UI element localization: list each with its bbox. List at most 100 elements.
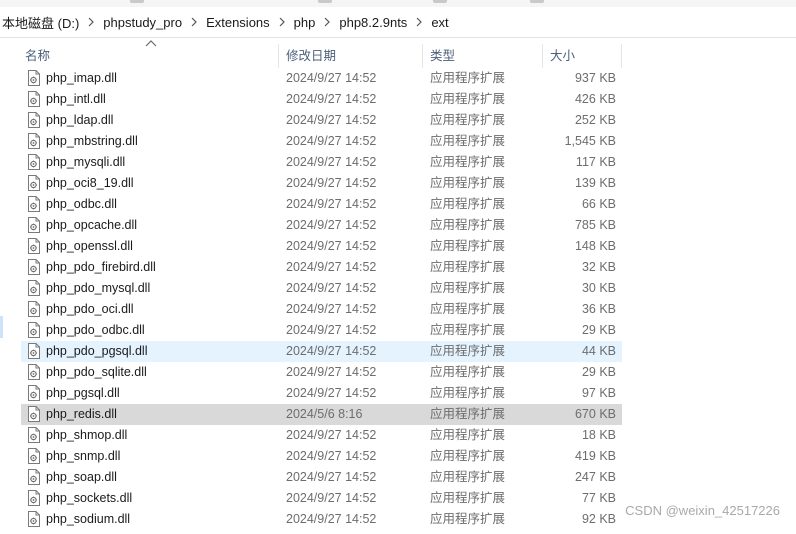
file-name[interactable]: php_sodium.dll (46, 509, 130, 530)
file-name[interactable]: php_intl.dll (46, 89, 106, 110)
file-modified-date: 2024/9/27 14:52 (286, 134, 377, 148)
file-name[interactable]: php_odbc.dll (46, 194, 117, 215)
file-modified-date: 2024/9/27 14:52 (286, 71, 377, 85)
breadcrumb-ext[interactable]: ext (431, 15, 450, 30)
file-modified-date: 2024/9/27 14:52 (286, 386, 377, 400)
file-row[interactable]: php_pdo_pgsql.dll 2024/9/27 14:52 应用程序扩展 44… (21, 341, 622, 362)
file-name[interactable]: php_sockets.dll (46, 488, 132, 509)
dll-file-icon (27, 112, 41, 128)
file-name[interactable]: php_oci8_19.dll (46, 173, 134, 194)
file-size: 92 KB (581, 512, 616, 526)
file-name[interactable]: php_mysqli.dll (46, 152, 125, 173)
file-type: 应用程序扩展 (430, 197, 506, 211)
file-size: 29 KB (581, 323, 616, 337)
file-name[interactable]: php_pgsql.dll (46, 383, 120, 404)
file-row[interactable]: php_shmop.dll 2024/9/27 14:52 应用程序扩展 18 KB (21, 425, 622, 446)
breadcrumb-drive[interactable]: 本地磁盘 (D:) (0, 13, 81, 32)
dll-file-icon (27, 175, 41, 191)
file-name[interactable]: php_pdo_mysql.dll (46, 278, 150, 299)
file-row[interactable]: php_pdo_firebird.dll 2024/9/27 14:52 应用程序扩… (21, 257, 622, 278)
file-modified-date: 2024/9/27 14:52 (286, 344, 377, 358)
file-size: 18 KB (581, 428, 616, 442)
column-divider[interactable] (542, 44, 543, 68)
ribbon-fragment (530, 0, 544, 3)
file-row[interactable]: php_pdo_odbc.dll 2024/9/27 14:52 应用程序扩展 29 … (21, 320, 622, 341)
file-modified-date: 2024/9/27 14:52 (286, 260, 377, 274)
chevron-right-icon[interactable] (190, 17, 198, 27)
file-row[interactable]: php_redis.dll 2024/5/6 8:16 应用程序扩展 670 KB (21, 404, 622, 425)
file-size: 32 KB (581, 260, 616, 274)
sort-ascending-icon (145, 40, 157, 47)
file-name[interactable]: php_pdo_oci.dll (46, 299, 134, 320)
file-row[interactable]: php_mbstring.dll 2024/9/27 14:52 应用程序扩展 1,5… (21, 131, 622, 152)
file-row[interactable]: php_snmp.dll 2024/9/27 14:52 应用程序扩展 419 KB (21, 446, 622, 467)
chevron-right-icon[interactable] (278, 17, 286, 27)
file-type: 应用程序扩展 (430, 218, 506, 232)
file-size: 670 KB (574, 407, 616, 421)
file-size: 117 KB (575, 155, 616, 169)
file-name[interactable]: php_ldap.dll (46, 110, 113, 131)
file-modified-date: 2024/9/27 14:52 (286, 92, 377, 106)
file-row[interactable]: php_soap.dll 2024/9/27 14:52 应用程序扩展 247 KB (21, 467, 622, 488)
file-name[interactable]: php_imap.dll (46, 68, 117, 89)
file-name[interactable]: php_pdo_odbc.dll (46, 320, 145, 341)
file-name[interactable]: php_shmop.dll (46, 425, 127, 446)
address-bar[interactable]: 本地磁盘 (D:) phpstudy_pro Extensions php ph… (0, 7, 796, 38)
file-name[interactable]: php_pdo_pgsql.dll (46, 341, 147, 362)
file-modified-date: 2024/9/27 14:52 (286, 365, 377, 379)
file-size: 29 KB (581, 365, 616, 379)
chevron-right-icon[interactable] (415, 17, 423, 27)
file-row[interactable]: php_odbc.dll 2024/9/27 14:52 应用程序扩展 66 KB (21, 194, 622, 215)
file-type: 应用程序扩展 (430, 344, 506, 358)
file-row[interactable]: php_intl.dll 2024/9/27 14:52 应用程序扩展 426 KB (21, 89, 622, 110)
file-row[interactable]: php_ldap.dll 2024/9/27 14:52 应用程序扩展 252 KB (21, 110, 622, 131)
file-name[interactable]: php_openssl.dll (46, 236, 133, 257)
file-row[interactable]: php_pdo_mysql.dll 2024/9/27 14:52 应用程序扩展 30… (21, 278, 622, 299)
column-divider[interactable] (422, 44, 423, 68)
column-header-type[interactable]: 类型 (430, 44, 455, 68)
file-row[interactable]: php_openssl.dll 2024/9/27 14:52 应用程序扩展 148 … (21, 236, 622, 257)
file-name[interactable]: php_pdo_sqlite.dll (46, 362, 147, 383)
ribbon-fragment (130, 0, 144, 3)
breadcrumb-extensions[interactable]: Extensions (206, 15, 272, 30)
column-divider[interactable] (278, 44, 279, 68)
file-size: 139 KB (574, 176, 616, 190)
chevron-right-icon[interactable] (87, 17, 95, 27)
dll-file-icon (27, 91, 41, 107)
file-row[interactable]: php_mysqli.dll 2024/9/27 14:52 应用程序扩展 117 K… (21, 152, 622, 173)
file-type: 应用程序扩展 (430, 71, 506, 85)
file-name[interactable]: php_opcache.dll (46, 215, 137, 236)
file-modified-date: 2024/9/27 14:52 (286, 218, 377, 232)
file-size: 1,545 KB (564, 134, 616, 148)
file-size: 937 KB (574, 71, 616, 85)
breadcrumb-phpstudy-pro[interactable]: phpstudy_pro (103, 15, 184, 30)
dll-file-icon (27, 490, 41, 506)
file-type: 应用程序扩展 (430, 134, 506, 148)
file-name[interactable]: php_snmp.dll (46, 446, 120, 467)
file-type: 应用程序扩展 (430, 512, 506, 526)
file-row[interactable]: php_sockets.dll 2024/9/27 14:52 应用程序扩展 77 K… (21, 488, 622, 509)
file-list: php_imap.dll 2024/9/27 14:52 应用程序扩展 937 KB p… (21, 68, 622, 530)
file-name[interactable]: php_redis.dll (46, 404, 117, 425)
breadcrumb-php[interactable]: php (294, 15, 318, 30)
chevron-right-icon[interactable] (323, 17, 331, 27)
column-divider[interactable] (621, 44, 622, 68)
column-header-date[interactable]: 修改日期 (286, 44, 336, 68)
file-row[interactable]: php_pdo_sqlite.dll 2024/9/27 14:52 应用程序扩展 2… (21, 362, 622, 383)
file-row[interactable]: php_imap.dll 2024/9/27 14:52 应用程序扩展 937 KB (21, 68, 622, 89)
file-row[interactable]: php_pdo_oci.dll 2024/9/27 14:52 应用程序扩展 36 K… (21, 299, 622, 320)
column-header-size[interactable]: 大小 (550, 44, 575, 68)
file-row[interactable]: php_pgsql.dll 2024/9/27 14:52 应用程序扩展 97 KB (21, 383, 622, 404)
file-row[interactable]: php_sodium.dll 2024/9/27 14:52 应用程序扩展 92 KB (21, 509, 622, 530)
watermark: CSDN @weixin_42517226 (625, 503, 780, 518)
file-row[interactable]: php_opcache.dll 2024/9/27 14:52 应用程序扩展 785 … (21, 215, 622, 236)
file-name[interactable]: php_soap.dll (46, 467, 117, 488)
file-row[interactable]: php_oci8_19.dll 2024/9/27 14:52 应用程序扩展 139 … (21, 173, 622, 194)
file-name[interactable]: php_mbstring.dll (46, 131, 138, 152)
dll-file-icon (27, 343, 41, 359)
column-header-name[interactable]: 名称 (25, 44, 50, 68)
file-size: 30 KB (581, 281, 616, 295)
breadcrumb-php-version[interactable]: php8.2.9nts (339, 15, 409, 30)
file-name[interactable]: php_pdo_firebird.dll (46, 257, 156, 278)
file-modified-date: 2024/9/27 14:52 (286, 281, 377, 295)
